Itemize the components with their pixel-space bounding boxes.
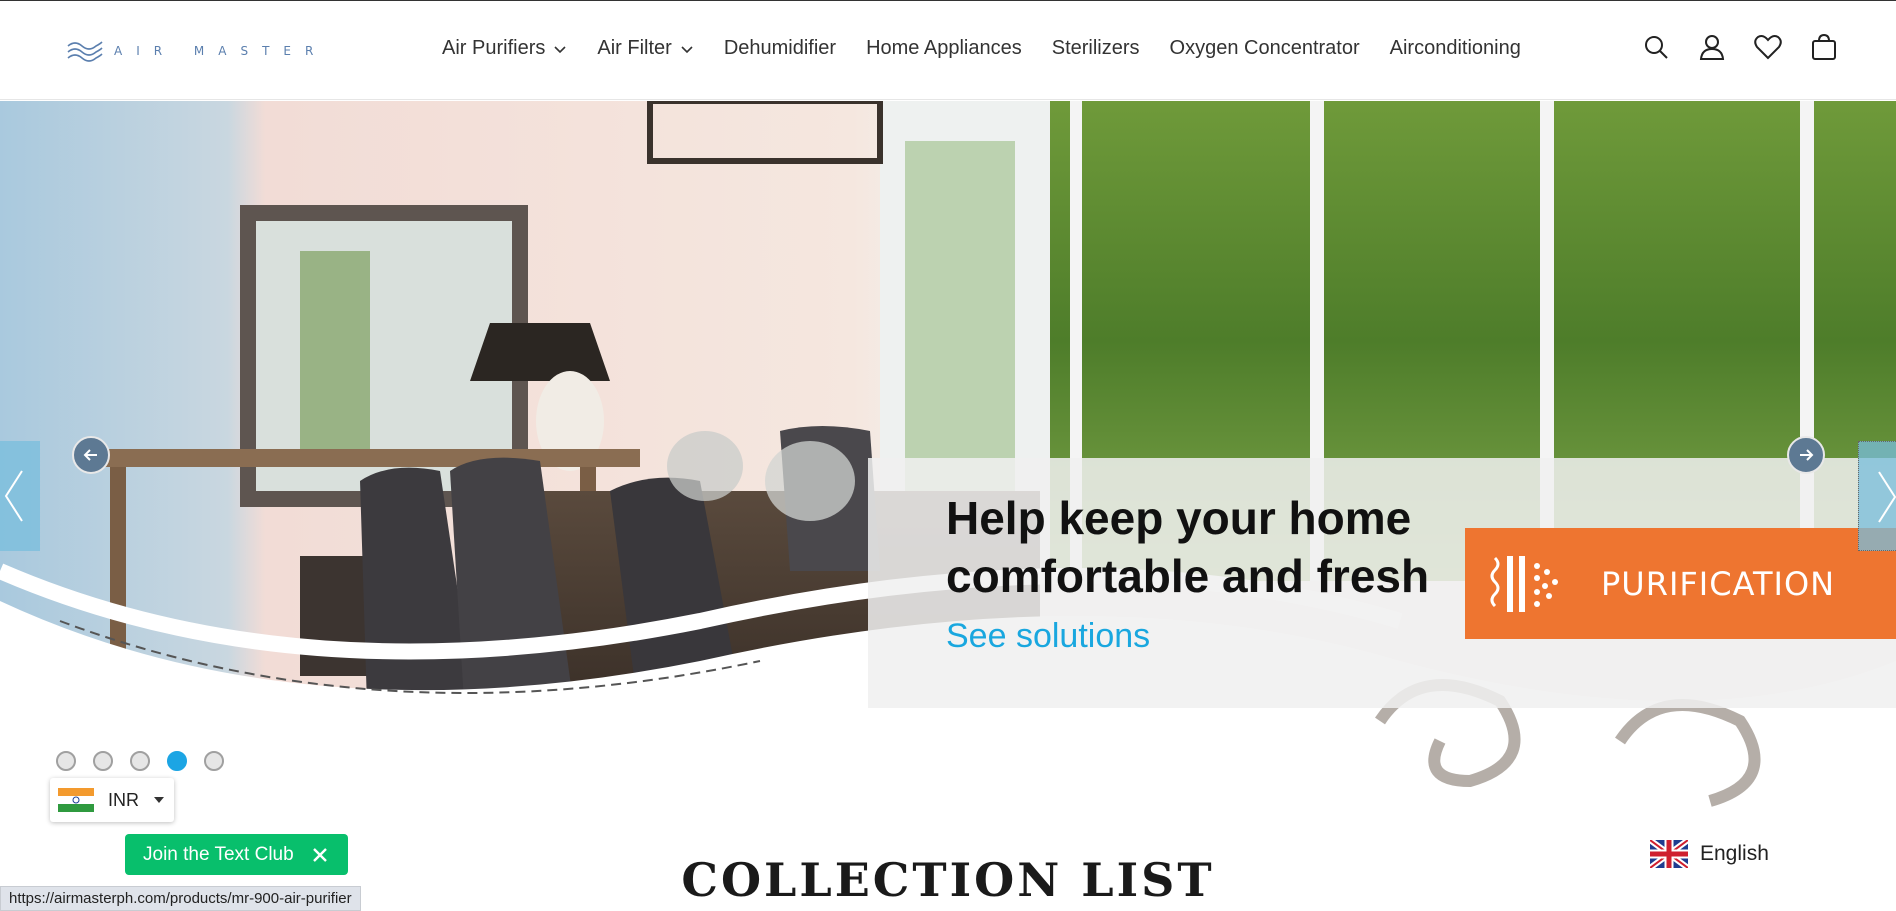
- language-selector[interactable]: English: [1650, 840, 1769, 868]
- wind-waves-icon: [67, 41, 103, 62]
- nav-item-label: Airconditioning: [1389, 37, 1521, 59]
- chevron-down-icon: [554, 45, 566, 53]
- nav-item-air-filter[interactable]: Air Filter: [597, 37, 693, 60]
- chevron-right-icon: [1878, 471, 1896, 523]
- nav-item-label: Air Filter: [597, 37, 672, 59]
- nav-item-label: Sterilizers: [1051, 37, 1140, 59]
- slider-next-button[interactable]: [1787, 436, 1825, 474]
- brand-logo[interactable]: AIR MASTER: [66, 37, 327, 65]
- slider-dot[interactable]: [93, 751, 113, 771]
- nav-item-label: Air Purifiers: [442, 37, 546, 59]
- main-nav: Air Purifiers Air Filter Dehumidifier Ho…: [442, 37, 1521, 60]
- slider-dot[interactable]: [56, 751, 76, 771]
- nav-item-sterilizers[interactable]: Sterilizers: [1052, 37, 1140, 60]
- nav-item-label: Dehumidifier: [723, 37, 837, 59]
- slider-dot[interactable]: [204, 751, 224, 771]
- arrow-right-icon: [1800, 449, 1814, 461]
- cart-icon[interactable]: [1810, 33, 1838, 61]
- nav-item-home-appliances[interactable]: Home Appliances: [866, 37, 1022, 60]
- india-flag-icon: [58, 788, 94, 812]
- arrow-left-icon: [83, 449, 97, 461]
- nav-item-oxygen-concentrator[interactable]: Oxygen Concentrator: [1170, 37, 1360, 60]
- search-icon[interactable]: [1642, 33, 1670, 61]
- purification-label: PURIFICATION: [1601, 564, 1836, 603]
- slider-prev-button[interactable]: [72, 436, 110, 474]
- caret-down-icon: [154, 797, 164, 803]
- header-icons: [1642, 33, 1838, 61]
- hero-heading-line-1: Help keep your home: [946, 492, 1412, 544]
- purification-icon: [1490, 555, 1558, 612]
- hero-slider: Help keep your home comfortable and fres…: [0, 101, 1896, 811]
- brand-logo-text: AIR MASTER: [114, 44, 328, 58]
- hero-heading-line-2: comfortable and fresh: [946, 550, 1430, 602]
- slider-dots: [56, 751, 224, 771]
- wishlist-icon[interactable]: [1754, 33, 1782, 61]
- currency-selector[interactable]: INR: [50, 778, 174, 822]
- slider-dot[interactable]: [130, 751, 150, 771]
- browser-status-url: https://airmasterph.com/products/mr-900-…: [0, 886, 361, 911]
- language-label: English: [1700, 842, 1769, 865]
- purification-badge: PURIFICATION: [1465, 528, 1896, 639]
- nav-item-air-purifiers[interactable]: Air Purifiers: [442, 37, 567, 60]
- currency-code: INR: [108, 789, 139, 810]
- site-header: AIR MASTER Air Purifiers Air Filter Dehu…: [0, 1, 1896, 100]
- chevron-left-icon: [4, 470, 23, 522]
- side-next-tab[interactable]: [1858, 441, 1896, 551]
- hero-heading: Help keep your home comfortable and fres…: [946, 489, 1506, 605]
- page: AIR MASTER Air Purifiers Air Filter Dehu…: [0, 0, 1896, 911]
- see-solutions-link[interactable]: See solutions: [946, 617, 1150, 656]
- nav-item-airconditioning[interactable]: Airconditioning: [1390, 37, 1521, 60]
- slider-dot-active[interactable]: [167, 751, 187, 771]
- nav-item-label: Home Appliances: [866, 37, 1022, 59]
- account-icon[interactable]: [1698, 33, 1726, 61]
- nav-item-label: Oxygen Concentrator: [1169, 37, 1360, 59]
- side-prev-tab[interactable]: [0, 441, 40, 551]
- uk-flag-icon: [1650, 840, 1688, 868]
- nav-item-dehumidifier[interactable]: Dehumidifier: [724, 37, 836, 60]
- chevron-down-icon: [681, 45, 693, 53]
